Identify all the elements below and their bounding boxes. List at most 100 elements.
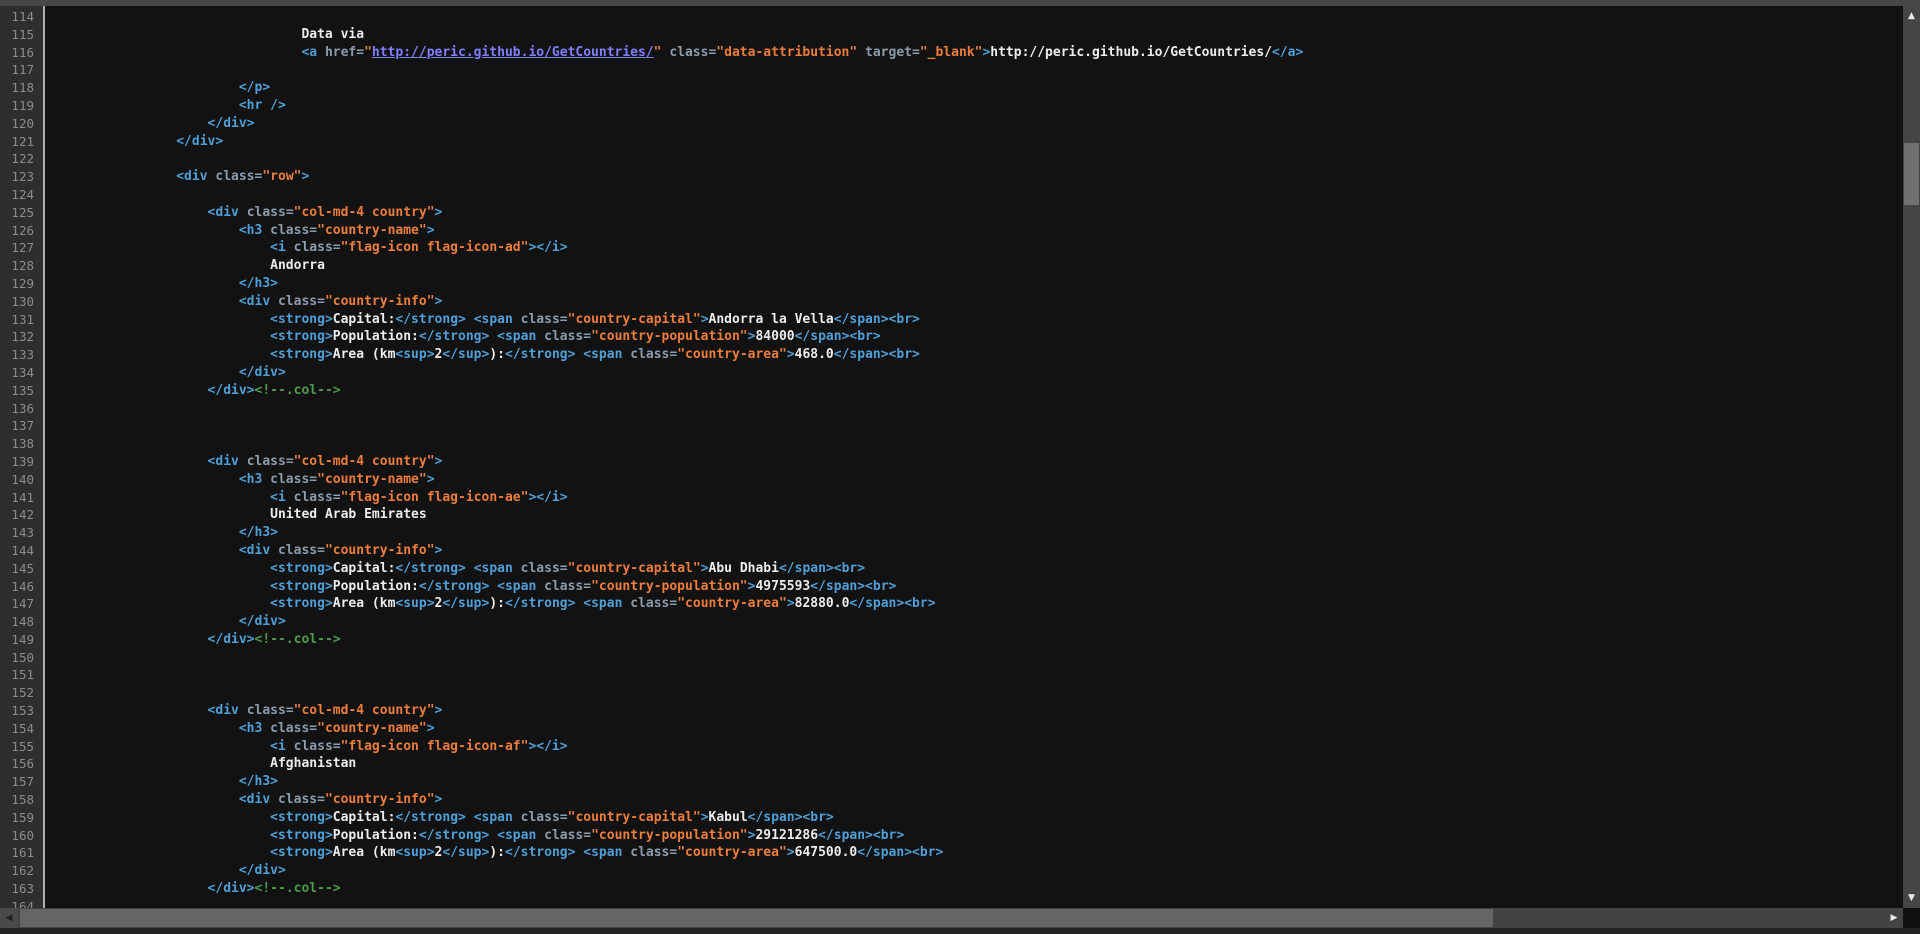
line-number: 134 (0, 364, 43, 382)
code-line: <div class="country-info"> (51, 542, 1903, 560)
code-line: </h3> (51, 524, 1903, 542)
line-number: 120 (0, 115, 43, 133)
line-number: 137 (0, 417, 43, 435)
gutter: 1141151161171181191201211221231241251261… (0, 6, 45, 908)
code-line: <div class="country-info"> (51, 791, 1903, 809)
code-line: United Arab Emirates (51, 506, 1903, 524)
code-line: </h3> (51, 773, 1903, 791)
line-number: 140 (0, 471, 43, 489)
line-number: 146 (0, 578, 43, 596)
line-number: 162 (0, 862, 43, 880)
line-number: 121 (0, 133, 43, 151)
scroll-up-button[interactable]: ▲ (1903, 6, 1920, 26)
line-number: 135 (0, 382, 43, 400)
line-number: 123 (0, 168, 43, 186)
code-line: <hr /> (51, 97, 1903, 115)
line-number: 116 (0, 44, 43, 62)
line-number: 118 (0, 79, 43, 97)
line-number: 155 (0, 738, 43, 756)
line-number: 143 (0, 524, 43, 542)
scroll-left-icon: ◀ (6, 913, 13, 923)
code-line: Andorra (51, 257, 1903, 275)
line-number: 151 (0, 666, 43, 684)
horizontal-scroll-thumb[interactable] (20, 909, 1493, 927)
line-number: 164 (0, 898, 43, 908)
code-line: <strong>Capital:</strong> <span class="c… (51, 560, 1903, 578)
code-line (51, 666, 1903, 684)
code-line: <div class="country-info"> (51, 293, 1903, 311)
line-number: 145 (0, 560, 43, 578)
code-line (51, 8, 1903, 26)
bottom-chrome-strip (0, 928, 1920, 934)
code-line: <strong>Capital:</strong> <span class="c… (51, 311, 1903, 329)
code-line: <i class="flag-icon flag-icon-ae"></i> (51, 489, 1903, 507)
line-number: 133 (0, 346, 43, 364)
scroll-right-icon: ▶ (1891, 913, 1898, 923)
code-line: <i class="flag-icon flag-icon-af"></i> (51, 738, 1903, 756)
line-number: 147 (0, 595, 43, 613)
line-number: 148 (0, 613, 43, 631)
code-line (51, 684, 1903, 702)
line-number: 115 (0, 26, 43, 44)
code-line: </div><!--.col--> (51, 631, 1903, 649)
line-number: 114 (0, 8, 43, 26)
line-number: 128 (0, 257, 43, 275)
horizontal-scrollbar[interactable]: ◀ ▶ (0, 908, 1920, 928)
scroll-right-button[interactable]: ▶ (1885, 908, 1903, 928)
code-line: <strong>Area (km<sup>2</sup>):</strong> … (51, 595, 1903, 613)
code-line: <a href="http://peric.github.io/GetCount… (51, 44, 1903, 62)
vertical-scrollbar[interactable]: ▲ ▼ (1903, 6, 1920, 908)
code-line: <div class="col-md-4 country"> (51, 453, 1903, 471)
scroll-left-button[interactable]: ◀ (0, 908, 18, 928)
code-line: </div> (51, 364, 1903, 382)
vertical-scroll-thumb[interactable] (1904, 143, 1919, 205)
line-number: 159 (0, 809, 43, 827)
scroll-up-icon: ▲ (1908, 11, 1915, 21)
line-number: 138 (0, 435, 43, 453)
code-line: <h3 class="country-name"> (51, 471, 1903, 489)
code-line: <h3 class="country-name"> (51, 222, 1903, 240)
code-line (51, 417, 1903, 435)
code-line: </div> (51, 613, 1903, 631)
code-line (51, 61, 1903, 79)
line-number: 130 (0, 293, 43, 311)
line-number: 154 (0, 720, 43, 738)
code-line (51, 400, 1903, 418)
line-number: 152 (0, 684, 43, 702)
scroll-down-icon: ▼ (1908, 893, 1915, 903)
line-number: 132 (0, 328, 43, 346)
code-line: <i class="flag-icon flag-icon-ad"></i> (51, 239, 1903, 257)
code-line: </div><!--.col--> (51, 382, 1903, 400)
code-line: </div><!--.col--> (51, 880, 1903, 898)
code-line: </div> (51, 115, 1903, 133)
line-number: 142 (0, 506, 43, 524)
line-number: 119 (0, 97, 43, 115)
line-number: 124 (0, 186, 43, 204)
code-line: <strong>Capital:</strong> <span class="c… (51, 809, 1903, 827)
line-number: 139 (0, 453, 43, 471)
line-number: 136 (0, 400, 43, 418)
line-number: 160 (0, 827, 43, 845)
line-number: 129 (0, 275, 43, 293)
line-number: 158 (0, 791, 43, 809)
code-line: Afghanistan (51, 755, 1903, 773)
code-line: <strong>Population:</strong> <span class… (51, 578, 1903, 596)
line-number: 126 (0, 222, 43, 240)
code-line: <strong>Area (km<sup>2</sup>):</strong> … (51, 844, 1903, 862)
code-line: <h3 class="country-name"> (51, 720, 1903, 738)
line-number: 153 (0, 702, 43, 720)
code-line: </p> (51, 79, 1903, 97)
code-line (51, 150, 1903, 168)
code-line: <div class="col-md-4 country"> (51, 204, 1903, 222)
code-area[interactable]: Data via <a href="http://peric.github.io… (45, 6, 1903, 908)
line-number: 125 (0, 204, 43, 222)
code-line (51, 898, 1903, 908)
scrollbar-corner (1903, 908, 1920, 928)
line-number: 157 (0, 773, 43, 791)
code-line: <div class="col-md-4 country"> (51, 702, 1903, 720)
code-line: Data via (51, 26, 1903, 44)
horizontal-scroll-track[interactable] (18, 908, 1885, 928)
scroll-down-button[interactable]: ▼ (1903, 888, 1920, 908)
line-number: 131 (0, 311, 43, 329)
code-line: </div> (51, 133, 1903, 151)
